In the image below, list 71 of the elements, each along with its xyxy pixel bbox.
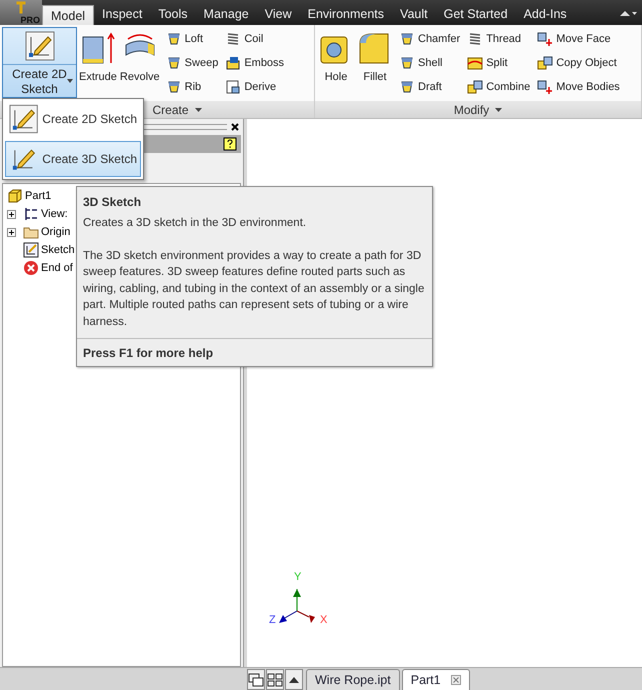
close-icon[interactable] xyxy=(231,123,239,131)
caret-icon[interactable] xyxy=(495,108,502,112)
funnel-icon xyxy=(166,31,182,47)
ribbon-button[interactable]: Derive xyxy=(223,75,286,99)
ribbon-tab[interactable]: View xyxy=(256,4,300,25)
tooltip-help-hint: Press F1 for more help xyxy=(77,338,432,366)
ribbon-button[interactable]: Move Face xyxy=(535,27,622,51)
document-tab-label[interactable]: Wire Rope.ipt xyxy=(315,673,391,687)
caret-icon[interactable] xyxy=(194,108,202,112)
cubes-icon xyxy=(537,55,554,71)
x-axis-label: X xyxy=(320,614,328,626)
pencil-icon xyxy=(24,31,54,61)
tree-item[interactable]: End of xyxy=(41,262,73,274)
ribbon-button[interactable]: Fillet xyxy=(356,27,394,101)
help-icon[interactable] xyxy=(223,137,237,151)
ribbon-button[interactable]: Shell xyxy=(397,51,462,75)
ribbon-button[interactable]: Thread xyxy=(465,27,532,51)
document-icon xyxy=(225,79,242,95)
tooltip-summary: Creates a 3D sketch in the 3D environment. xyxy=(82,216,308,231)
expand-icon[interactable] xyxy=(7,228,16,236)
windows-icon[interactable] xyxy=(247,669,265,690)
ribbon-button[interactable]: Rib xyxy=(164,75,220,99)
edition-label: PRO xyxy=(20,15,41,25)
tooltip-title: 3D Sketch xyxy=(82,194,142,209)
ribbon-button[interactable]: Split xyxy=(465,51,532,75)
expand-icon[interactable] xyxy=(7,210,16,218)
ribbon-tab[interactable]: Model xyxy=(42,5,94,25)
document-tab[interactable]: Wire Rope.ipt xyxy=(306,669,400,690)
ribbon-button[interactable]: Emboss xyxy=(223,51,286,75)
ribbon-button[interactable]: Loft xyxy=(164,27,220,51)
ribbon-button[interactable]: Draft xyxy=(397,75,462,99)
ribbon-tab[interactable]: Tools xyxy=(150,4,196,25)
y-axis-label: Y xyxy=(294,571,302,583)
ribbon-tab[interactable]: Vault xyxy=(392,4,436,25)
panel-label[interactable]: Create xyxy=(152,102,189,116)
ribbon-button[interactable]: Hole xyxy=(317,27,355,101)
tile-icon[interactable] xyxy=(266,669,284,690)
tree-icon xyxy=(23,206,39,222)
create-sketch-button[interactable]: Create 2D Sketch xyxy=(2,27,77,98)
ribbon-tab[interactable]: Get Started xyxy=(436,4,516,25)
split-icon xyxy=(467,55,484,71)
z-axis-label: Z xyxy=(269,614,276,626)
ribbon-button[interactable]: Chamfer xyxy=(397,27,462,51)
ribbon-tab[interactable]: Environments xyxy=(300,4,392,25)
menu-item[interactable]: Create 3D Sketch xyxy=(5,141,141,177)
document-tab-label[interactable]: Part1 xyxy=(410,673,441,687)
tree-item[interactable]: Part1 xyxy=(25,190,52,202)
ribbon-tab[interactable]: Add-Ins xyxy=(516,4,575,25)
tree-item[interactable]: Origin xyxy=(41,226,70,238)
ribbon-tab[interactable]: Inspect xyxy=(94,4,150,25)
ribbon-button[interactable]: Sweep xyxy=(164,51,220,75)
tooltip-description: The 3D sketch environment provides a way to create a path for 3D sweep features. 3D sweep features define routed parts such as wiring, cabling, and tubing in the context of an assembly or a single part. Multiple routed paths can represent sets of tubing or a wire harness. xyxy=(82,248,426,330)
document-tab[interactable]: Part1 xyxy=(402,669,470,690)
ribbon-button[interactable]: Coil xyxy=(223,27,286,51)
ribbon-button[interactable]: Combine xyxy=(465,75,532,99)
cube-move-icon xyxy=(537,79,554,95)
caret-icon xyxy=(67,79,73,83)
ribbon-button[interactable]: Copy Object xyxy=(535,51,622,75)
tree-item[interactable]: Sketch xyxy=(41,244,75,256)
tree-item[interactable]: View: xyxy=(41,208,68,220)
pencil-icon xyxy=(9,104,38,134)
extrude-icon xyxy=(80,31,116,65)
cubes-icon xyxy=(467,79,484,95)
ribbon-button[interactable]: Move Bodies xyxy=(535,75,622,99)
cube-move-icon xyxy=(537,31,554,47)
cube-icon xyxy=(7,188,23,204)
error-icon xyxy=(23,260,39,276)
panel-label[interactable]: Modify xyxy=(454,102,490,116)
menu-item[interactable]: Create 2D Sketch xyxy=(5,101,141,137)
sketch-icon xyxy=(23,242,39,258)
ribbon-tab[interactable]: Manage xyxy=(196,4,257,25)
